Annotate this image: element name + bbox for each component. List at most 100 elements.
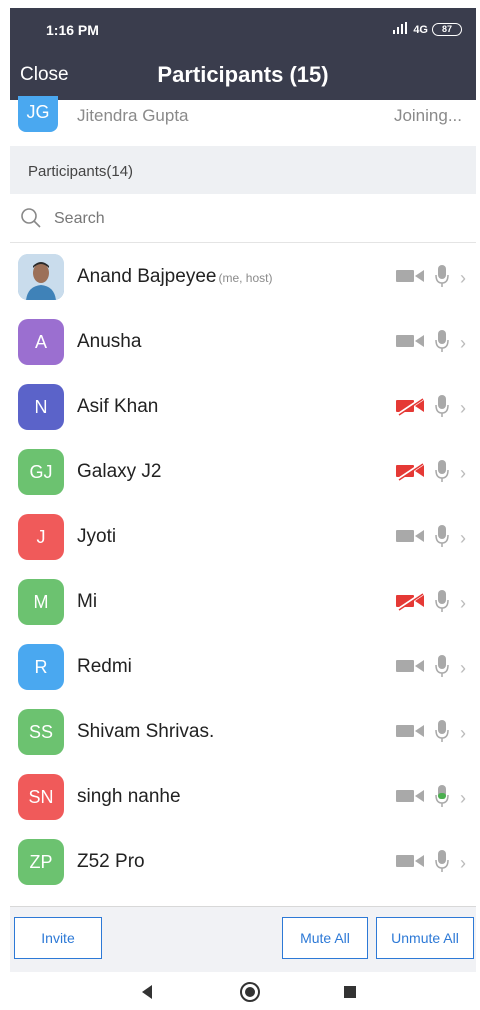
avatar: SS <box>18 709 64 755</box>
search-input[interactable] <box>54 207 434 231</box>
chevron-right-icon: › <box>460 658 466 678</box>
chevron-right-icon: › <box>460 268 466 288</box>
participant-name: Anand Bajpeyee (me, host) <box>77 266 272 288</box>
participant-name-text: Shivam Shrivas. <box>77 721 215 742</box>
participant-row[interactable]: ZP Z52 Pro › <box>10 829 476 894</box>
header: Close Participants (15) <box>10 52 476 100</box>
participant-row[interactable]: R Redmi › <box>10 634 476 699</box>
video-icon <box>394 786 428 811</box>
participant-row[interactable]: A Anusha › <box>10 309 476 374</box>
participant-row[interactable]: M Mi › <box>10 569 476 634</box>
participant-role-tag: (me, host) <box>218 271 273 285</box>
participant-name-text: Asif Khan <box>77 396 159 417</box>
chevron-right-icon: › <box>460 528 466 548</box>
participant-name: Asif Khan <box>77 396 158 418</box>
participant-status-icons: › <box>394 394 470 423</box>
participant-name: Galaxy J2 <box>77 461 161 483</box>
participant-name-text: Anand Bajpeyee <box>77 266 217 287</box>
video-icon <box>394 721 428 746</box>
chevron-right-icon: › <box>460 593 466 613</box>
video-icon <box>394 656 428 681</box>
chevron-right-icon: › <box>460 398 466 418</box>
microphone-icon <box>434 329 450 358</box>
participant-row[interactable]: SS Shivam Shrivas. › <box>10 699 476 764</box>
participant-status-icons: › <box>394 589 470 618</box>
participant-name: Anusha <box>77 331 141 353</box>
mute-all-button[interactable]: Mute All <box>282 917 368 959</box>
search-icon <box>20 207 42 229</box>
unmute-all-button[interactable]: Unmute All <box>376 917 474 959</box>
network-type: 4G <box>413 23 428 36</box>
participant-name-text: Redmi <box>77 656 132 677</box>
participant-name-text: singh nanhe <box>77 786 181 807</box>
bottom-action-bar: Invite Mute All Unmute All <box>10 906 476 972</box>
participant-row[interactable]: N Asif Khan › <box>10 374 476 439</box>
participant-name: Mi <box>77 591 97 613</box>
participant-row[interactable]: J Jyoti › <box>10 504 476 569</box>
microphone-icon <box>434 459 450 488</box>
participant-status-icons: › <box>394 784 470 813</box>
microphone-icon <box>434 524 450 553</box>
chevron-right-icon: › <box>460 723 466 743</box>
search-bar[interactable] <box>10 195 476 243</box>
page-title: Participants (15) <box>157 62 329 87</box>
status-bar: 1:16 PM 4G 87 <box>10 8 476 52</box>
video-icon <box>394 266 428 291</box>
status-time: 1:16 PM <box>46 22 99 38</box>
microphone-icon <box>434 264 450 293</box>
participant-row[interactable]: GJ Galaxy J2 › <box>10 439 476 504</box>
status-indicators: 4G 87 <box>393 22 462 37</box>
microphone-icon <box>434 784 450 813</box>
microphone-icon <box>434 849 450 878</box>
participant-status-icons: › <box>394 654 470 683</box>
participant-name: singh nanhe <box>77 786 181 808</box>
avatar: M <box>18 579 64 625</box>
avatar: R <box>18 644 64 690</box>
participant-name: Shivam Shrivas. <box>77 721 214 743</box>
participant-status-icons: › <box>394 524 470 553</box>
joining-participant-row[interactable]: JG Jitendra Gupta Joining... <box>10 96 476 144</box>
participant-list: Anand Bajpeyee (me, host) › A Anusha › N Asif K… <box>10 244 476 894</box>
avatar <box>18 254 64 300</box>
microphone-icon <box>434 654 450 683</box>
avatar: A <box>18 319 64 365</box>
participant-name: Jitendra Gupta <box>77 106 189 125</box>
participants-section-header: Participants(14) <box>10 146 476 194</box>
avatar: ZP <box>18 839 64 885</box>
chevron-right-icon: › <box>460 788 466 808</box>
participant-name: Redmi <box>77 656 132 678</box>
participant-status-icons: › <box>394 459 470 488</box>
video-off-icon <box>394 396 428 421</box>
participant-name-text: Z52 Pro <box>77 851 145 872</box>
participant-row[interactable]: Anand Bajpeyee (me, host) › <box>10 244 476 309</box>
microphone-icon <box>434 394 450 423</box>
video-icon <box>394 526 428 551</box>
video-icon <box>394 331 428 356</box>
participant-name-text: Mi <box>77 591 98 612</box>
participant-row[interactable]: SN singh nanhe › <box>10 764 476 829</box>
invite-button[interactable]: Invite <box>14 917 102 959</box>
participant-name: Jyoti <box>77 526 116 548</box>
joining-status: Joining... <box>393 106 462 125</box>
chevron-right-icon: › <box>460 463 466 483</box>
video-off-icon <box>394 591 428 616</box>
participant-name-text: Anusha <box>77 331 142 352</box>
microphone-icon <box>434 719 450 748</box>
chevron-right-icon: › <box>460 333 466 353</box>
participant-status-icons: › <box>394 329 470 358</box>
participant-status-icons: › <box>394 264 470 293</box>
participant-name-text: Galaxy J2 <box>77 461 162 482</box>
battery-icon: 87 <box>432 23 462 36</box>
signal-icon <box>393 22 409 37</box>
participant-status-icons: › <box>394 849 470 878</box>
participant-status-icons: › <box>394 719 470 748</box>
video-off-icon <box>394 461 428 486</box>
back-icon[interactable] <box>136 980 160 1004</box>
avatar: GJ <box>18 449 64 495</box>
microphone-icon <box>434 589 450 618</box>
chevron-right-icon: › <box>460 853 466 873</box>
home-icon[interactable] <box>238 980 262 1004</box>
avatar: SN <box>18 774 64 820</box>
recents-icon[interactable] <box>338 980 362 1004</box>
video-icon <box>394 851 428 876</box>
